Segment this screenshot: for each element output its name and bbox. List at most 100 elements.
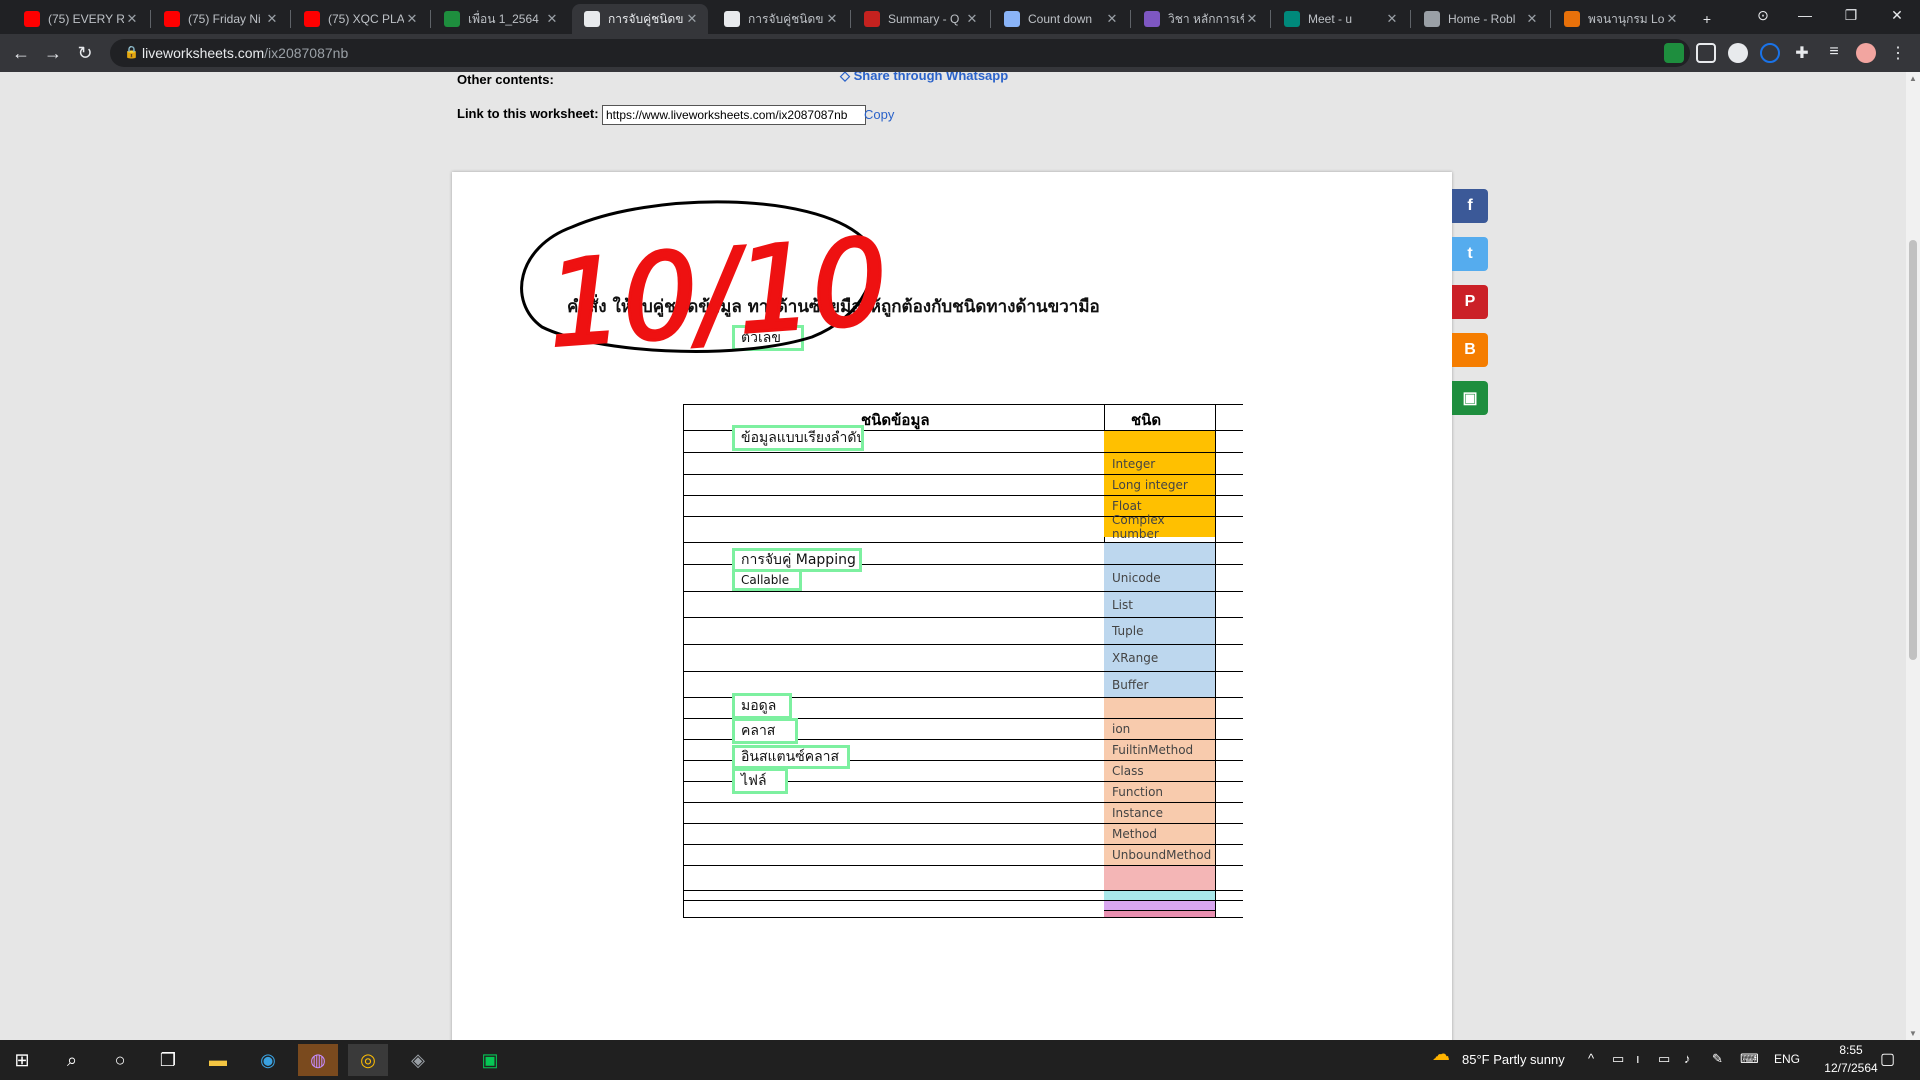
discord-icon[interactable]: ◍ (298, 1044, 338, 1076)
answer-box[interactable]: มอดูล (732, 693, 792, 719)
category-cell: FuiltinMethod (1104, 739, 1215, 760)
clock-date[interactable]: 12/7/2564 (1822, 1061, 1880, 1075)
file-explorer-icon[interactable]: ▬ (198, 1044, 238, 1076)
address-bar[interactable]: 🔒 liveworksheets.com/ix2087087nb ☆ (110, 39, 1690, 67)
url-host: liveworksheets.com (142, 45, 265, 61)
cortana-icon[interactable]: ○ (100, 1044, 140, 1076)
line-icon[interactable]: ▣ (470, 1044, 510, 1076)
page-scrollbar[interactable]: ▲ ▼ (1906, 72, 1920, 1040)
media-control-icon[interactable]: ≡ (1824, 43, 1844, 63)
tab-close-icon[interactable]: ✕ (1104, 11, 1120, 27)
browser-tab[interactable]: การจับคู่ชนิดข ✕ (572, 4, 708, 34)
tray-chevron-icon[interactable]: ^ (1588, 1051, 1594, 1066)
twitter-share-button[interactable]: t (1452, 237, 1488, 271)
extension-translate-icon[interactable] (1760, 43, 1780, 63)
answer-box[interactable]: ไฟล์ (732, 768, 788, 794)
forward-icon[interactable]: → (40, 40, 66, 66)
scroll-down-icon[interactable]: ▼ (1909, 1029, 1917, 1038)
browser-tab-strip: (75) EVERY Ra ✕ (75) Friday Ni ✕ (75) XQC PL… (0, 0, 1920, 34)
browser-tab[interactable]: (75) Friday Ni ✕ (152, 4, 288, 34)
task-view-icon[interactable]: ❐ (148, 1044, 188, 1076)
tab-close-icon[interactable]: ✕ (1664, 11, 1680, 27)
tab-close-icon[interactable]: ✕ (404, 11, 420, 27)
clock-time[interactable]: 8:55 (1826, 1043, 1876, 1057)
browser-tab[interactable]: วิชา หลักการเขี ✕ (1132, 4, 1268, 34)
group-header-cell (1104, 430, 1215, 452)
tab-favicon-icon (164, 11, 180, 27)
tab-close-icon[interactable]: ✕ (964, 11, 980, 27)
tab-title: Summary - Q (888, 12, 960, 26)
tray-network-icon[interactable]: ▭ (1658, 1051, 1670, 1067)
copy-link-button[interactable]: Copy (864, 107, 894, 122)
notifications-icon[interactable]: ▢ (1880, 1049, 1895, 1069)
chrome-icon[interactable]: ◎ (348, 1044, 388, 1076)
tray-meet-icon[interactable]: ▭ (1612, 1051, 1624, 1067)
tray-mic-icon[interactable]: ı (1636, 1051, 1640, 1066)
browser-menu-icon[interactable]: ⋮ (1888, 43, 1908, 63)
search-icon[interactable]: ⌕ (52, 1044, 92, 1076)
close-window-icon[interactable]: ✕ (1874, 0, 1920, 30)
extension-shield-icon[interactable] (1664, 43, 1684, 63)
url-path: /ix2087087nb (264, 45, 349, 61)
worksheet-link-input[interactable] (602, 105, 866, 125)
category-cell: Function (1104, 781, 1215, 802)
tab-search-icon[interactable]: ⊙ (1740, 0, 1786, 30)
new-tab-icon[interactable]: + (1692, 4, 1722, 34)
tab-close-icon[interactable]: ✕ (544, 11, 560, 27)
app-shield-icon[interactable]: ◈ (398, 1044, 438, 1076)
score-annotation: 10/10 (520, 200, 892, 357)
tab-title: พจนานุกรม Lo (1588, 11, 1664, 26)
browser-tab[interactable]: (75) EVERY Ra ✕ (12, 4, 148, 34)
profile-avatar[interactable] (1856, 43, 1876, 63)
weather-icon[interactable]: ☁ (1432, 1044, 1456, 1072)
tab-close-icon[interactable]: ✕ (1244, 11, 1260, 27)
google-classroom-share-button[interactable]: ▣ (1452, 381, 1488, 415)
browser-tab[interactable]: การจับคู่ชนิดข ✕ (712, 4, 848, 34)
input-language[interactable]: ENG (1774, 1052, 1800, 1066)
scroll-up-icon[interactable]: ▲ (1909, 74, 1917, 83)
tab-close-icon[interactable]: ✕ (124, 11, 140, 27)
tab-close-icon[interactable]: ✕ (824, 11, 840, 27)
tab-separator (1410, 10, 1411, 28)
tab-favicon-icon (1004, 11, 1020, 27)
tab-close-icon[interactable]: ✕ (264, 11, 280, 27)
facebook-share-button[interactable]: f (1452, 189, 1488, 223)
browser-tab[interactable]: พจนานุกรม Lo ✕ (1552, 4, 1688, 34)
tray-volume-icon[interactable]: ♪ (1684, 1051, 1691, 1066)
browser-tab[interactable]: เพื่อน 1_2564 ✕ (432, 4, 568, 34)
table-row-line (683, 917, 1243, 918)
other-contents-label: Other contents: (457, 72, 554, 87)
pinterest-share-button[interactable]: P (1452, 285, 1488, 319)
scroll-thumb[interactable] (1909, 240, 1917, 660)
start-icon[interactable]: ⊞ (2, 1044, 42, 1076)
browser-tab[interactable]: Home - Robl ✕ (1412, 4, 1548, 34)
tab-close-icon[interactable]: ✕ (684, 11, 700, 27)
answer-box[interactable]: คลาส (732, 718, 798, 744)
browser-tab[interactable]: Meet - u ✕ (1272, 4, 1408, 34)
tab-close-icon[interactable]: ✕ (1524, 11, 1540, 27)
extensions-puzzle-icon[interactable]: ✚ (1792, 43, 1812, 63)
tab-separator (1550, 10, 1551, 28)
windows-taskbar: ⊞ ⌕ ○ ❐ ▬ ◉ ◍ ◎ ◈ ▣ ☁ 85°F Partly sunny … (0, 1040, 1920, 1080)
edge-icon[interactable]: ◉ (248, 1044, 288, 1076)
answer-box[interactable]: Callable (732, 569, 802, 591)
browser-tab[interactable]: Summary - Q ✕ (852, 4, 988, 34)
answer-box[interactable]: อินสแตนซ์คลาส (732, 745, 850, 769)
category-cell: Complex number (1104, 513, 1215, 541)
browser-tab[interactable]: (75) XQC PLA ✕ (292, 4, 428, 34)
extension-reader-icon[interactable] (1696, 43, 1716, 63)
reload-icon[interactable]: ↻ (72, 40, 98, 66)
pinterest-icon: P (1464, 293, 1476, 310)
browser-tab[interactable]: Count down ✕ (992, 4, 1128, 34)
tray-pen-icon[interactable]: ✎ (1712, 1051, 1723, 1067)
tray-keyboard-icon[interactable]: ⌨ (1740, 1051, 1759, 1067)
share-whatsapp-link[interactable]: ◇ Share through Whatsapp (840, 72, 1008, 84)
answer-box[interactable]: ข้อมูลแบบเรียงลำดับ (732, 425, 864, 451)
weather-text[interactable]: 85°F Partly sunny (1462, 1052, 1565, 1067)
blogger-share-button[interactable]: B (1452, 333, 1488, 367)
extension-circle-icon[interactable] (1728, 43, 1748, 63)
minimize-icon[interactable]: — (1782, 0, 1828, 30)
restore-icon[interactable]: ❐ (1828, 0, 1874, 30)
tab-close-icon[interactable]: ✕ (1384, 11, 1400, 27)
back-icon[interactable]: ← (8, 40, 34, 66)
